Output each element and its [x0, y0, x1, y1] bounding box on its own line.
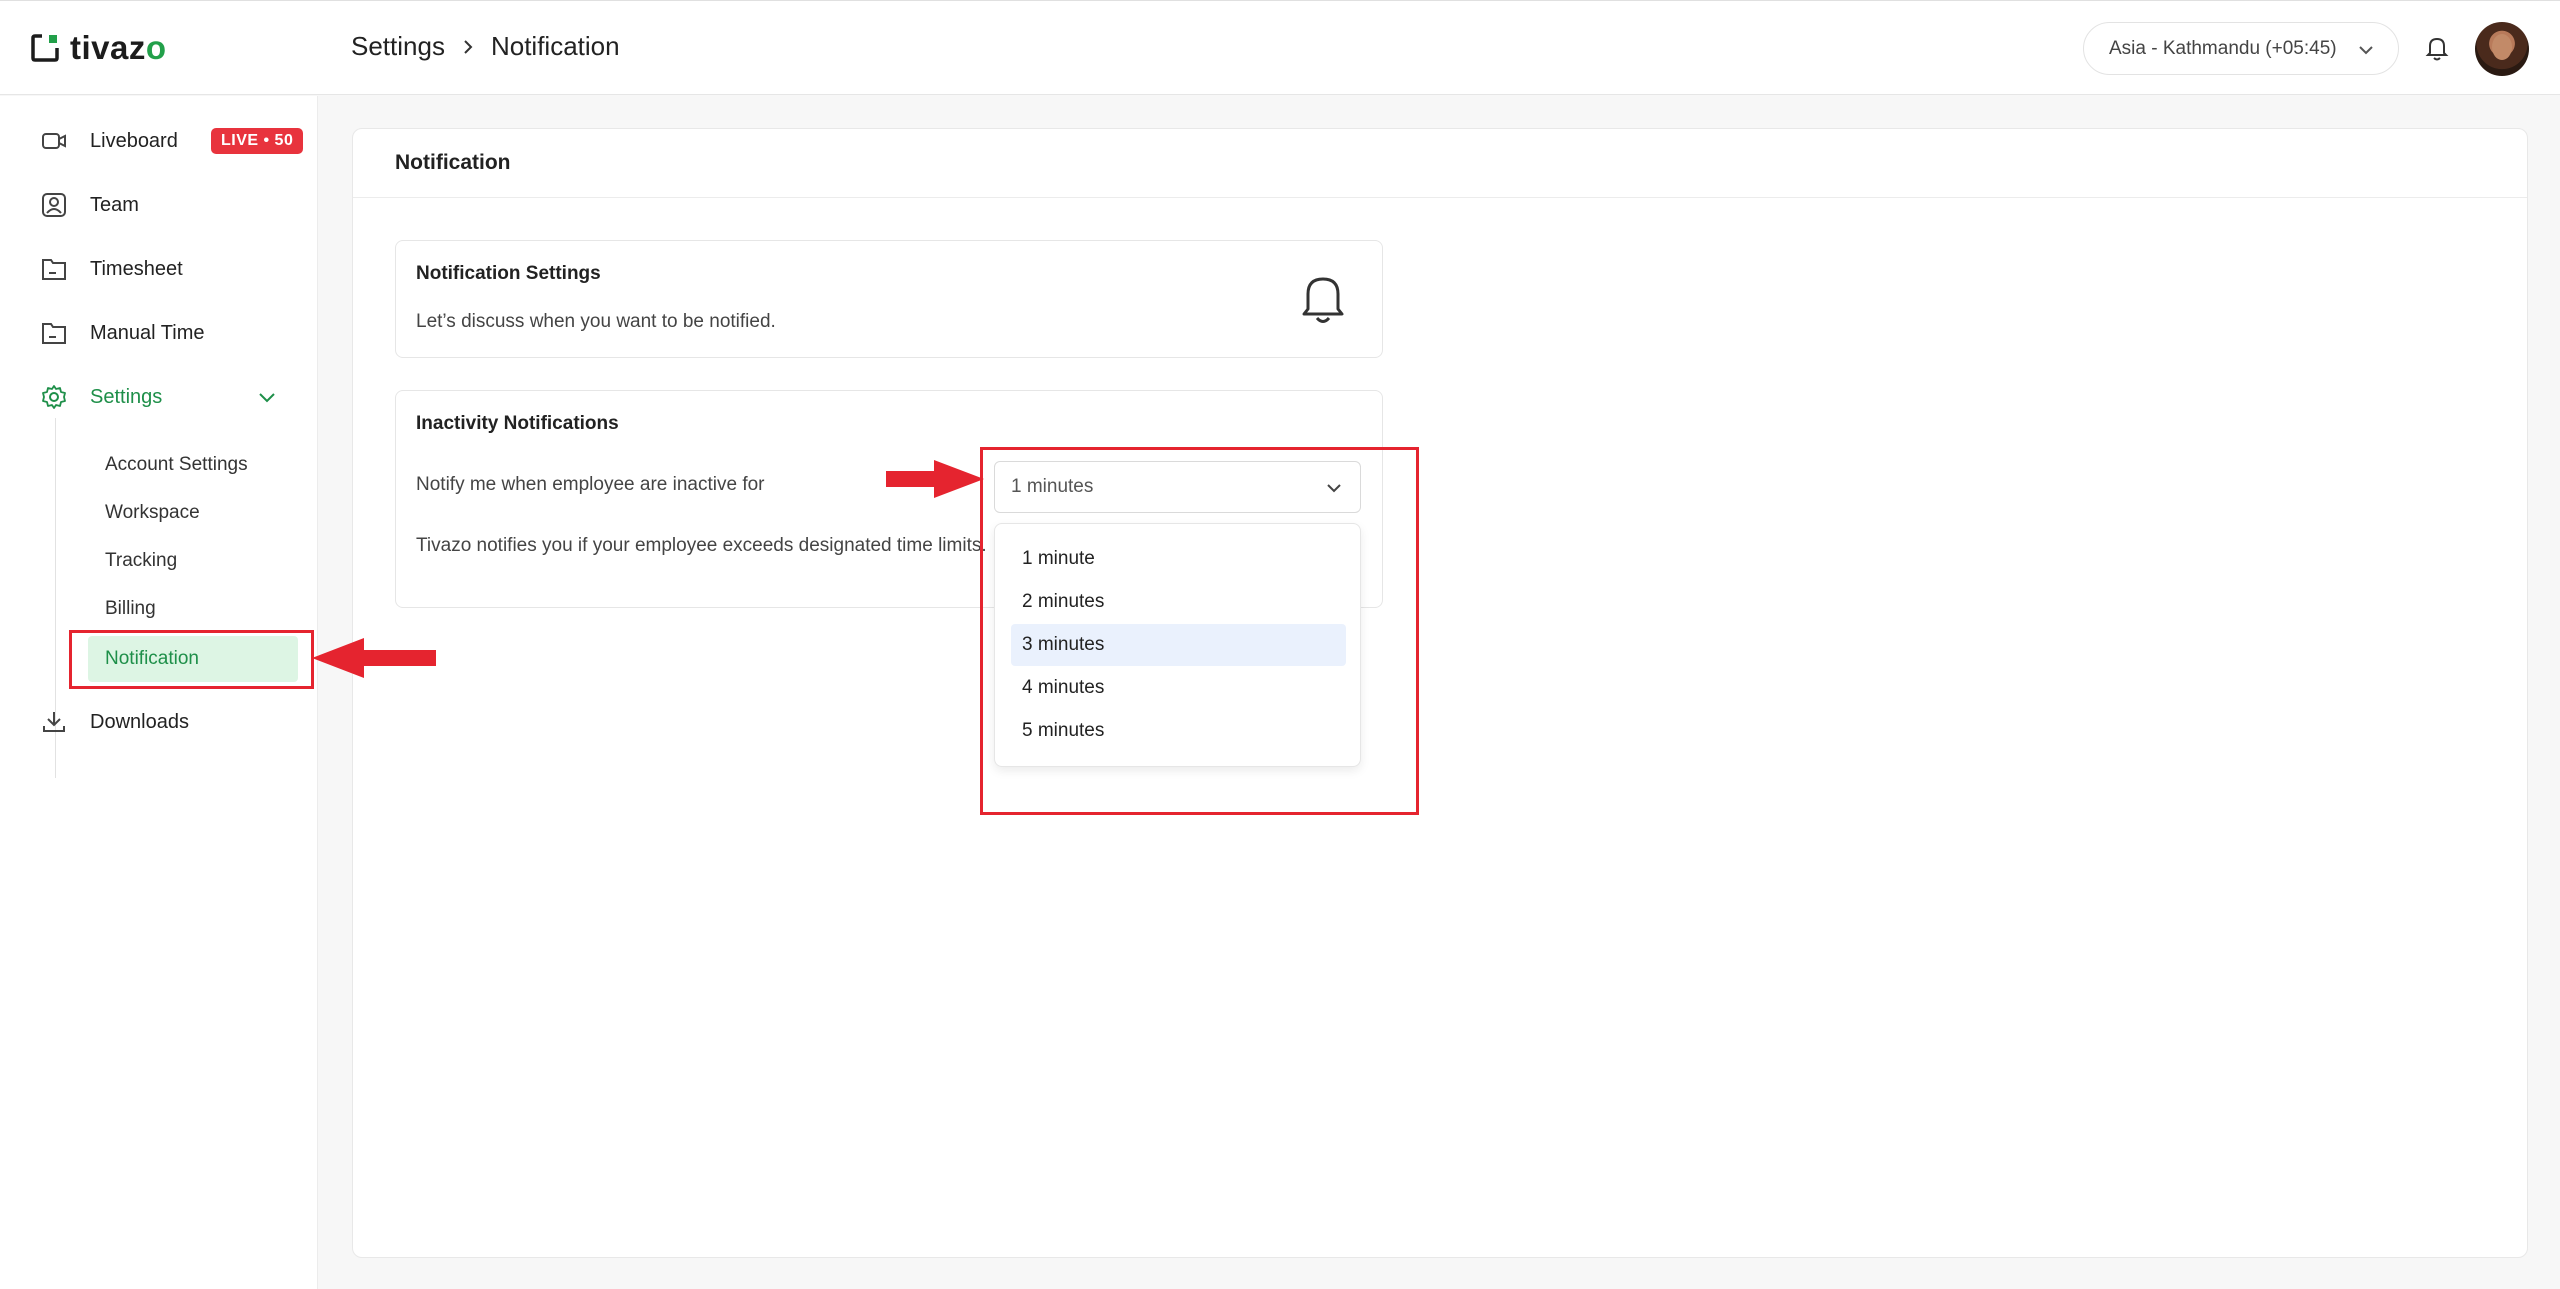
download-icon [43, 712, 65, 732]
sidebar-item-label: Downloads [90, 710, 189, 733]
user-icon [42, 193, 66, 217]
chevron-down-icon[interactable] [256, 386, 278, 408]
breadcrumb-settings[interactable]: Settings [351, 31, 445, 62]
sidebar-item-downloads[interactable]: Downloads [40, 708, 189, 736]
sidebar: Liveboard LIVE • 50 Team Timesheet Manua… [0, 96, 318, 1289]
sidebar-item-liveboard[interactable]: Liveboard [40, 127, 178, 155]
chevron-right-icon [464, 39, 473, 54]
notification-settings-box: Notification Settings Let’s discuss when… [395, 240, 1383, 358]
video-camera-icon [42, 133, 66, 149]
notification-settings-title: Notification Settings [416, 263, 601, 284]
sidebar-subitem-tracking[interactable]: Tracking [105, 550, 177, 572]
sidebar-item-label: Liveboard [90, 129, 178, 152]
breadcrumb-notification: Notification [490, 31, 620, 61]
live-badge: LIVE • 50 [211, 128, 304, 154]
timezone-select[interactable]: Asia - Kathmandu (+05:45) [2083, 22, 2399, 75]
notification-settings-text: Let’s discuss when you want to be notifi… [416, 311, 776, 332]
sidebar-subitem-workspace[interactable]: Workspace [105, 502, 200, 524]
gear-icon [42, 385, 66, 409]
folder-icon [42, 323, 66, 344]
sidebar-item-label: Team [90, 193, 139, 216]
annotation-box-dropdown [980, 447, 1419, 815]
main-card: Notification Notification Settings Let’s… [352, 128, 2528, 1258]
logo-icon [31, 34, 59, 62]
user-avatar[interactable] [2475, 22, 2529, 76]
sidebar-item-label: Settings [90, 385, 163, 408]
page-title: Notification [395, 151, 511, 174]
folder-icon [42, 259, 66, 280]
inactivity-label: Notify me when employee are inactive for [416, 474, 765, 495]
breadcrumb: Settings Notification [351, 31, 620, 62]
logo[interactable]: tivazo [30, 29, 167, 67]
divider [353, 197, 2527, 198]
bell-icon [1302, 277, 1344, 323]
sidebar-item-manual-time[interactable]: Manual Time [40, 319, 205, 347]
sidebar-item-label: Timesheet [90, 257, 183, 280]
notification-bell-icon[interactable] [2422, 33, 2452, 63]
sidebar-subitem-billing[interactable]: Billing [105, 598, 156, 620]
annotation-arrow-right [886, 460, 984, 498]
sidebar-subitem-account-settings[interactable]: Account Settings [105, 454, 248, 476]
logo-text: tivazo [70, 29, 167, 66]
top-header: tivazo Settings Notification Asia - Kath… [0, 0, 2560, 95]
sidebar-item-team[interactable]: Team [40, 191, 139, 219]
inactivity-title: Inactivity Notifications [416, 413, 619, 434]
chevron-down-icon [2359, 46, 2373, 55]
annotation-box-notification [69, 630, 314, 689]
sidebar-item-settings[interactable]: Settings [40, 383, 162, 411]
inactivity-note: Tivazo notifies you if your employee exc… [416, 535, 987, 556]
annotation-arrow-left [312, 638, 436, 678]
sidebar-item-label: Manual Time [90, 321, 205, 344]
sidebar-item-timesheet[interactable]: Timesheet [40, 255, 183, 283]
timezone-value: Asia - Kathmandu (+05:45) [2109, 37, 2337, 59]
